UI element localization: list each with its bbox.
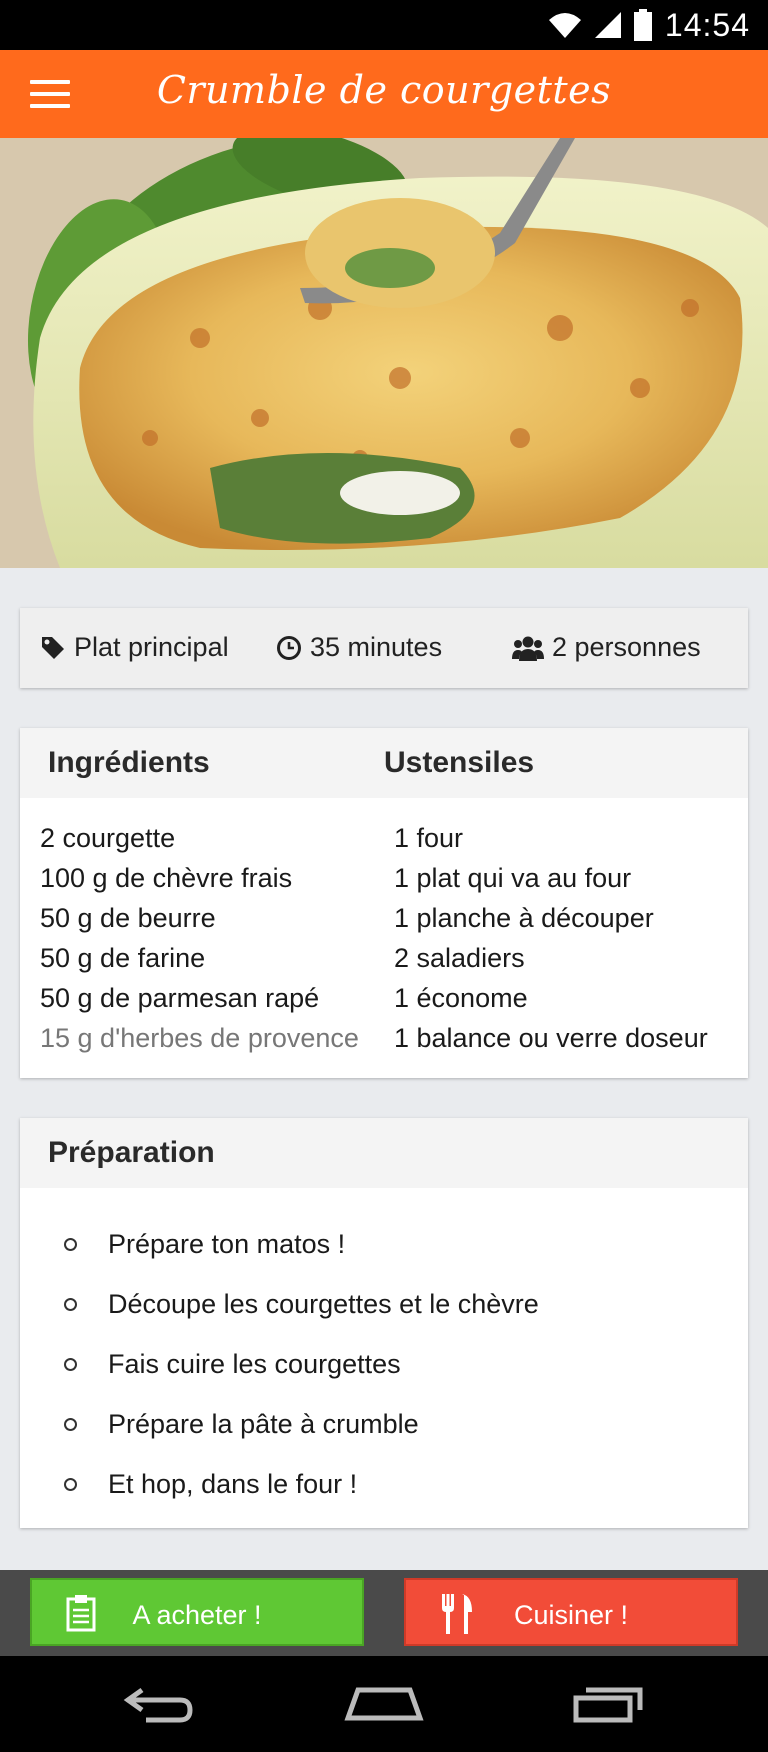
ingredients-title: Ingrédients bbox=[48, 746, 210, 779]
preparation-title: Préparation bbox=[48, 1136, 215, 1169]
app-bar: Crumble de courgettes bbox=[0, 50, 768, 138]
status-icons bbox=[547, 9, 653, 41]
users-icon bbox=[512, 636, 544, 661]
ingredients-card: Ingrédients Ustensiles 2 courgette 100 g… bbox=[20, 728, 748, 1078]
cook-button-label: Cuisiner ! bbox=[513, 1600, 629, 1630]
recipe-meta-card: Plat principal 35 minutes 2 personnes bbox=[20, 608, 748, 688]
signal-icon bbox=[594, 12, 621, 38]
meta-category: Plat principal bbox=[40, 632, 229, 663]
list-item: 1 balance ou verre doseur bbox=[394, 1023, 708, 1053]
list-item: Et hop, dans le four ! bbox=[64, 1454, 539, 1514]
tag-icon bbox=[42, 636, 64, 659]
bullet-icon bbox=[64, 1298, 77, 1311]
list-item: Découpe les courgettes et le chèvre bbox=[64, 1274, 539, 1334]
back-icon[interactable] bbox=[122, 1678, 196, 1728]
bullet-icon bbox=[64, 1418, 77, 1431]
bullet-icon bbox=[64, 1358, 77, 1371]
meta-category-label: Plat principal bbox=[74, 632, 229, 662]
battery-icon bbox=[633, 9, 652, 41]
page-title: Crumble de courgettes bbox=[156, 68, 612, 112]
list-item: Prépare ton matos ! bbox=[64, 1214, 539, 1274]
list-item: 50 g de farine bbox=[40, 943, 206, 973]
preparation-card-header: Préparation bbox=[20, 1118, 748, 1188]
list-item: 2 courgette bbox=[40, 823, 176, 853]
list-item: 1 plat qui va au four bbox=[394, 863, 632, 893]
list-item: 1 planche à découper bbox=[394, 903, 654, 933]
list-item: 1 économe bbox=[394, 983, 528, 1013]
bullet-icon bbox=[64, 1478, 77, 1491]
meta-duration-label: 35 minutes bbox=[310, 632, 443, 662]
system-nav-bar bbox=[0, 1656, 768, 1752]
utensils-title: Ustensiles bbox=[384, 746, 535, 779]
clock-icon bbox=[277, 635, 301, 660]
step-text: Découpe les courgettes et le chèvre bbox=[108, 1289, 539, 1319]
recipe-photo bbox=[0, 138, 768, 568]
meta-servings-label: 2 personnes bbox=[552, 632, 701, 662]
bullet-icon bbox=[64, 1238, 77, 1251]
status-time: 14:54 bbox=[664, 6, 750, 43]
list-item: 1 four bbox=[394, 823, 464, 853]
buy-button[interactable]: A acheter ! bbox=[30, 1578, 364, 1646]
wifi-icon bbox=[548, 13, 581, 38]
cook-button[interactable]: Cuisiner ! bbox=[404, 1578, 738, 1646]
list-item: Prépare la pâte à crumble bbox=[64, 1394, 539, 1454]
buy-button-label: A acheter ! bbox=[132, 1600, 262, 1630]
list-item: 15 g d'herbes de provence bbox=[40, 1023, 359, 1053]
status-bar: 14:54 bbox=[0, 0, 768, 50]
meta-servings: 2 personnes bbox=[512, 632, 701, 663]
list-item: 2 saladiers bbox=[394, 943, 525, 973]
utensils-list: 1 four 1 plat qui va au four 1 planche à… bbox=[394, 818, 708, 1058]
list-item: Fais cuire les courgettes bbox=[64, 1334, 539, 1394]
home-icon[interactable] bbox=[344, 1678, 424, 1728]
meta-duration: 35 minutes bbox=[276, 632, 442, 663]
list-item: 50 g de beurre bbox=[40, 903, 216, 933]
ingredients-list: 2 courgette 100 g de chèvre frais 50 g d… bbox=[40, 818, 359, 1058]
list-item: 100 g de chèvre frais bbox=[40, 863, 293, 893]
recent-apps-icon[interactable] bbox=[572, 1678, 646, 1728]
step-text: Fais cuire les courgettes bbox=[108, 1349, 401, 1379]
step-text: Prépare la pâte à crumble bbox=[108, 1409, 419, 1439]
step-text: Prépare ton matos ! bbox=[108, 1229, 346, 1259]
preparation-card: Préparation Prépare ton matos ! Découpe … bbox=[20, 1118, 748, 1528]
step-text: Et hop, dans le four ! bbox=[108, 1469, 358, 1499]
action-bar: A acheter ! Cuisiner ! bbox=[0, 1570, 768, 1656]
preparation-steps: Prépare ton matos ! Découpe les courgett… bbox=[64, 1214, 539, 1514]
ingredients-card-header: Ingrédients Ustensiles bbox=[20, 728, 748, 798]
list-item: 50 g de parmesan rapé bbox=[40, 983, 320, 1013]
